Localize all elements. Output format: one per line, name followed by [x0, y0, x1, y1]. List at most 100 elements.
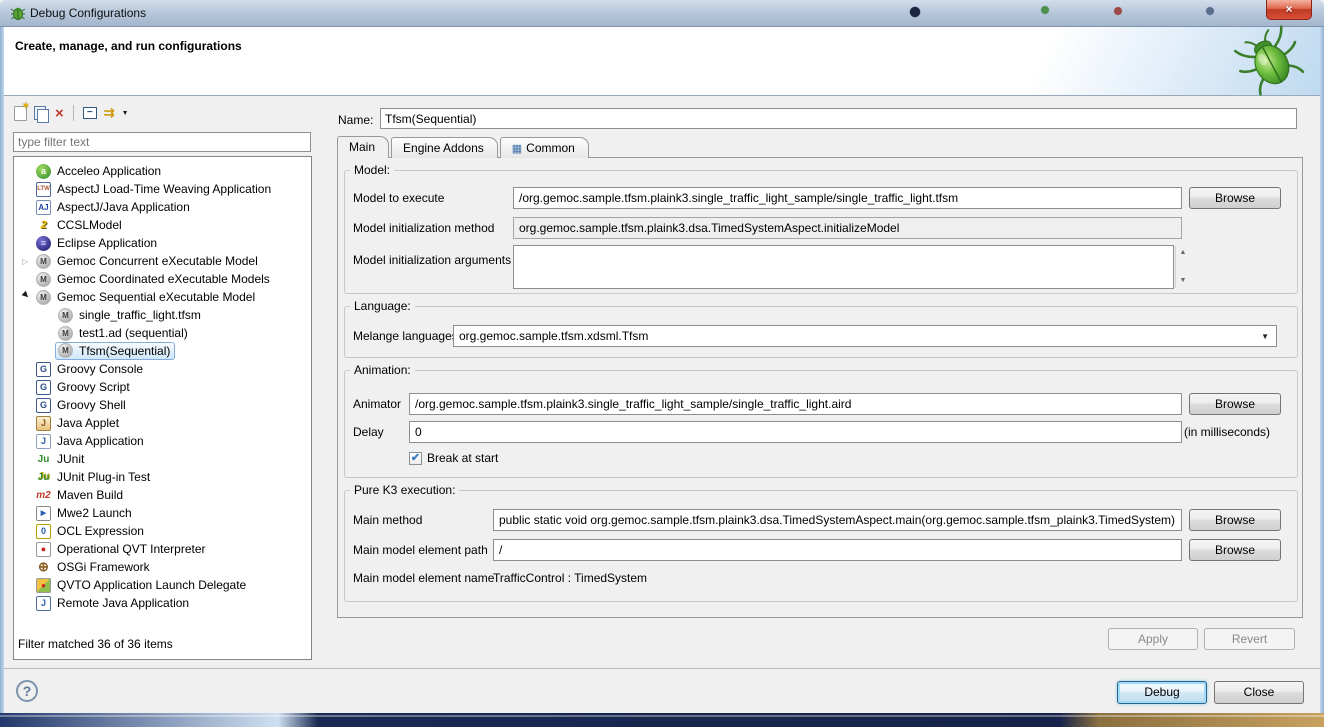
browse-main-method-button[interactable]: Browse [1189, 509, 1281, 531]
toolbar-separator [73, 105, 74, 121]
tree-item-gemoc-sequential[interactable]: ▶MGemoc Sequential eXecutable Model [14, 288, 311, 306]
tree-item-aspectj-java[interactable]: AJAspectJ/Java Application [14, 198, 311, 216]
groovy-icon: G [36, 398, 51, 413]
tab-engine-addons[interactable]: Engine Addons [391, 137, 498, 158]
tree-item-java-application[interactable]: JJava Application [14, 432, 311, 450]
debug-button[interactable]: Debug [1117, 681, 1207, 704]
debug-bug-icon [1234, 28, 1306, 97]
tree-item-maven-build[interactable]: m2Maven Build [14, 486, 311, 504]
ltw-icon: LTW [36, 182, 51, 197]
tree-item-junit[interactable]: JuJUnit [14, 450, 311, 468]
table-icon: ▦ [512, 143, 522, 155]
element-name-label: Main model element name [353, 571, 494, 585]
checkbox-check-icon[interactable]: ✔ [409, 452, 422, 465]
groovy-icon: G [36, 362, 51, 377]
main-method-input[interactable] [493, 509, 1182, 531]
tree-item-ccslmodel[interactable]: 2CCSLModel [14, 216, 311, 234]
page-title: Create, manage, and run configurations [15, 39, 242, 53]
help-icon[interactable]: ? [16, 680, 38, 702]
tree-item-acceleo[interactable]: aAcceleo Application [14, 162, 311, 180]
browse-element-path-button[interactable]: Browse [1189, 539, 1281, 561]
animation-group: Animation: Animator Browse Delay (in mil… [344, 370, 1298, 478]
animator-input[interactable] [409, 393, 1182, 415]
gemoc-model-icon: M [58, 326, 73, 341]
scroll-down-icon[interactable]: ▼ [1177, 275, 1189, 287]
melange-languages-label: Melange languages [353, 329, 458, 343]
init-method-field [513, 217, 1182, 239]
close-icon[interactable]: × [1266, 0, 1312, 20]
delete-icon[interactable]: × [55, 106, 64, 121]
title-bar[interactable]: Debug Configurations × [0, 0, 1324, 27]
break-at-start-checkbox[interactable]: ✔ Break at start [409, 451, 498, 465]
model-legend: Model: [350, 163, 394, 177]
collapse-all-icon[interactable]: − [83, 107, 97, 119]
tree-item-java-applet[interactable]: JJava Applet [14, 414, 311, 432]
apply-button[interactable]: Apply [1108, 628, 1198, 650]
filter-input[interactable] [13, 132, 311, 152]
duplicate-icon[interactable] [34, 106, 48, 121]
osgi-icon: ⊕ [36, 560, 51, 575]
qvt-icon: ● [36, 542, 51, 557]
mwe2-icon: ▶ [36, 506, 51, 521]
window-border-left [0, 27, 4, 713]
delay-input[interactable] [409, 421, 1182, 443]
junit-plugin-icon: Ju [36, 470, 51, 485]
ocl-icon: 0 [36, 524, 51, 539]
name-input[interactable] [380, 108, 1297, 129]
tree-item-qvto-delegate[interactable]: ●QVTO Application Launch Delegate [14, 576, 311, 594]
args-scrollbar[interactable]: ▲ ▼ [1175, 246, 1189, 288]
junit-icon: Ju [36, 452, 51, 467]
tree-item-single-traffic-light[interactable]: Msingle_traffic_light.tfsm [14, 306, 311, 324]
window-title: Debug Configurations [30, 6, 146, 20]
browse-animator-button[interactable]: Browse [1189, 393, 1281, 415]
model-to-execute-input[interactable] [513, 187, 1182, 209]
window-border-bottom [0, 713, 1324, 727]
tab-main[interactable]: Main [337, 136, 389, 158]
name-label: Name: [338, 113, 373, 127]
tree-item-gemoc-concurrent[interactable]: ▷MGemoc Concurrent eXecutable Model [14, 252, 311, 270]
groovy-icon: G [36, 380, 51, 395]
gemoc-model-icon: M [36, 272, 51, 287]
init-method-label: Model initialization method [353, 221, 494, 235]
debug-configurations-dialog: Debug Configurations × Create, manage, a… [0, 0, 1324, 727]
tab-bar: Main Engine Addons ▦Common [337, 136, 591, 158]
tree-item-groovy-shell[interactable]: GGroovy Shell [14, 396, 311, 414]
revert-button[interactable]: Revert [1204, 628, 1295, 650]
tree-item-groovy-console[interactable]: GGroovy Console [14, 360, 311, 378]
gemoc-model-icon: M [36, 290, 51, 305]
pure-k3-group: Pure K3 execution: Main method Browse Ma… [344, 490, 1298, 602]
tree-item-mwe2-launch[interactable]: ▶Mwe2 Launch [14, 504, 311, 522]
tree-item-operational-qvt[interactable]: ●Operational QVT Interpreter [14, 540, 311, 558]
animation-legend: Animation: [350, 363, 415, 377]
scroll-up-icon[interactable]: ▲ [1177, 247, 1189, 259]
browse-model-button[interactable]: Browse [1189, 187, 1281, 209]
language-legend: Language: [350, 299, 415, 313]
configurations-tree: aAcceleo Application LTWAspectJ Load-Tim… [13, 156, 312, 660]
selected-item-highlight: MTfsm(Sequential) [55, 342, 175, 360]
tree-item-groovy-script[interactable]: GGroovy Script [14, 378, 311, 396]
chevron-down-icon: ▼ [1261, 332, 1271, 341]
element-path-label: Main model element path [353, 543, 488, 557]
expand-icon[interactable]: ▷ [22, 257, 36, 266]
tree-item-eclipse-application[interactable]: ≡Eclipse Application [14, 234, 311, 252]
tree-item-aspectj-ltw[interactable]: LTWAspectJ Load-Time Weaving Application [14, 180, 311, 198]
tree-item-gemoc-coordinated[interactable]: MGemoc Coordinated eXecutable Models [14, 270, 311, 288]
main-method-label: Main method [353, 513, 422, 527]
tree-item-remote-java[interactable]: JRemote Java Application [14, 594, 311, 612]
element-path-input[interactable] [493, 539, 1182, 561]
toolbar-dropdown-icon[interactable]: ▼ [122, 110, 129, 117]
tree-item-ocl-expression[interactable]: 0OCL Expression [14, 522, 311, 540]
new-configuration-icon[interactable]: ✶ [14, 106, 27, 121]
tree-item-junit-plugin-test[interactable]: JuJUnit Plug-in Test [14, 468, 311, 486]
tab-common[interactable]: ▦Common [500, 137, 589, 158]
melange-languages-select[interactable]: org.gemoc.sample.tfsm.xdsml.Tfsm ▼ [453, 325, 1277, 347]
init-args-textarea[interactable] [513, 245, 1174, 289]
tree-item-tfsm-sequential-selected[interactable]: MTfsm(Sequential) [14, 342, 311, 360]
delay-unit-label: (in milliseconds) [1184, 425, 1292, 439]
tree-item-test1-ad[interactable]: Mtest1.ad (sequential) [14, 324, 311, 342]
close-button[interactable]: Close [1214, 681, 1304, 704]
collapse-icon[interactable]: ▶ [21, 289, 37, 305]
tree-item-osgi-framework[interactable]: ⊕OSGi Framework [14, 558, 311, 576]
filter-icon[interactable]: ⇉ [104, 105, 115, 121]
ccsl-icon: 2 [36, 218, 51, 233]
